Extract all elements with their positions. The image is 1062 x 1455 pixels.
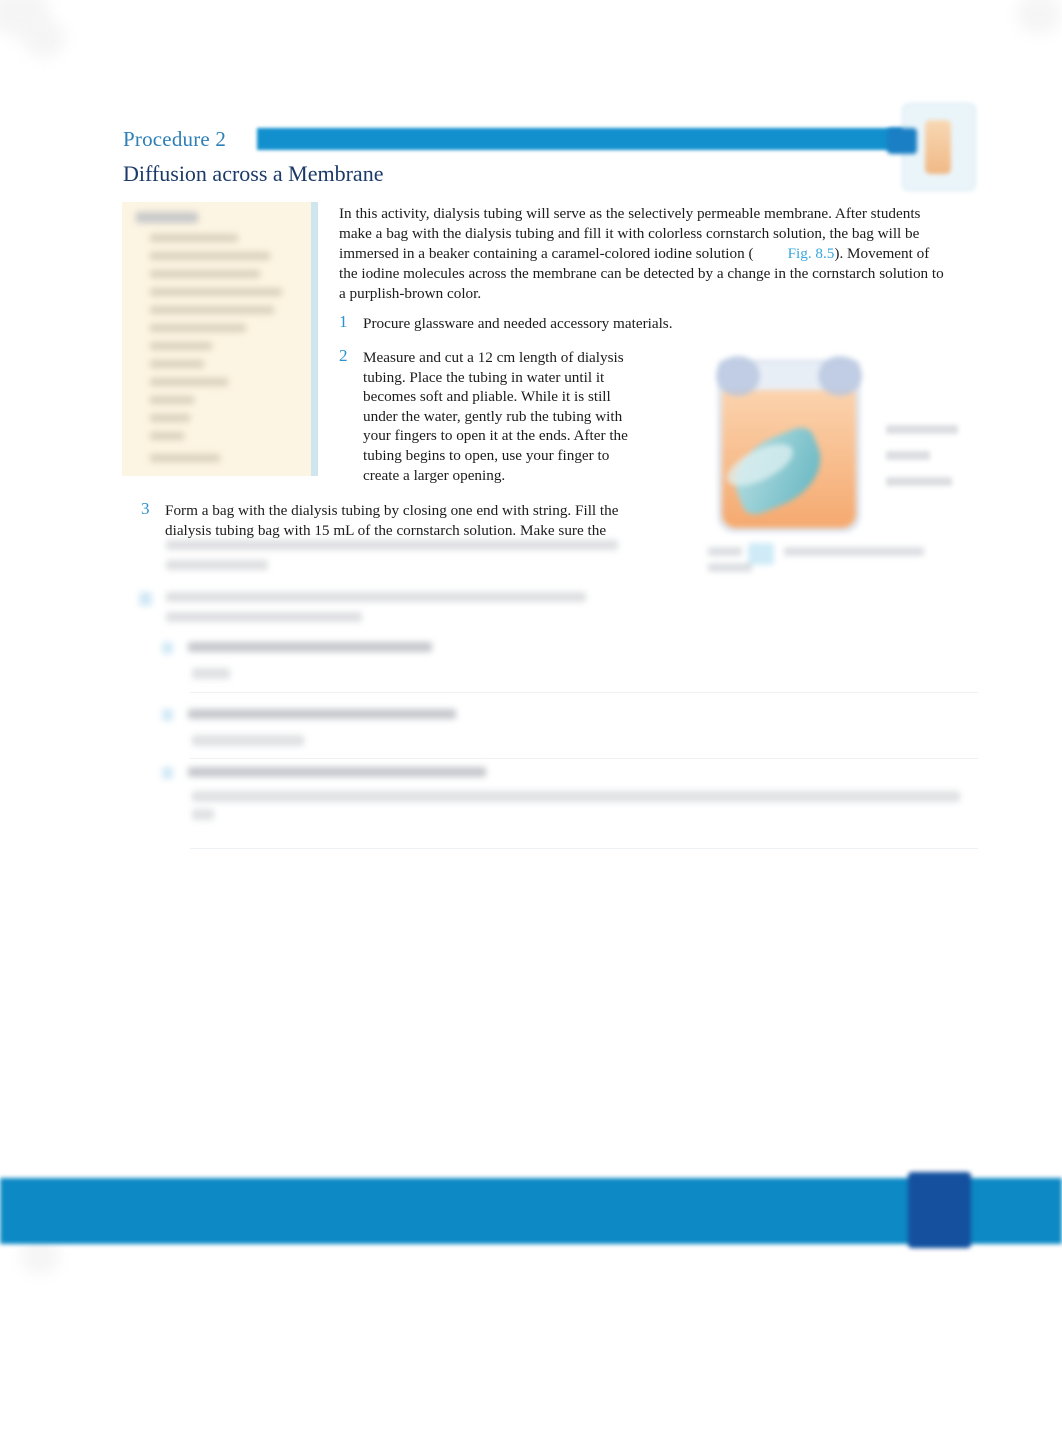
document-page: Procedure 2 Diffusion across a Membrane … — [0, 0, 1062, 1455]
page-number-box — [908, 1172, 971, 1248]
step-text: Form a bag with the dialysis tubing by c… — [165, 502, 619, 539]
intro-paragraph: In this activity, dialysis tubing will s… — [339, 204, 949, 304]
procedure-header-bar — [257, 128, 905, 150]
answer-rule — [190, 758, 978, 759]
step-number: 3 — [141, 499, 150, 518]
redacted-question — [162, 707, 582, 751]
materials-panel — [122, 202, 318, 476]
page-corner-artifact — [22, 18, 66, 58]
redacted-question — [162, 640, 582, 684]
step-text: Procure glassware and needed accessory m… — [363, 315, 673, 332]
answer-rule — [190, 848, 978, 849]
redacted-text-block — [166, 540, 636, 580]
figure-callout-label — [886, 477, 952, 486]
answer-rule — [190, 692, 978, 693]
footer-bar — [0, 1178, 1062, 1244]
figure-caption — [708, 543, 968, 577]
page-corner-artifact — [20, 1240, 60, 1274]
procedure-label: Procedure 2 — [123, 127, 227, 151]
beaker-illustration — [714, 350, 864, 535]
figure-reference-link[interactable]: Fig. 8.5 — [788, 245, 835, 262]
page-corner-artifact — [1016, 0, 1062, 34]
figure-diffusion-beaker — [706, 345, 981, 590]
figure-callout-label — [886, 425, 958, 434]
step-number: 2 — [339, 346, 348, 365]
page-title: Diffusion across a Membrane — [123, 161, 384, 186]
figure-callout-label — [886, 451, 930, 460]
test-tube-icon — [887, 103, 976, 191]
redacted-question — [162, 765, 972, 823]
step-text: Measure and cut a 12 cm length of dialys… — [363, 349, 628, 484]
step-number: 1 — [339, 312, 348, 331]
redacted-step — [139, 590, 599, 632]
